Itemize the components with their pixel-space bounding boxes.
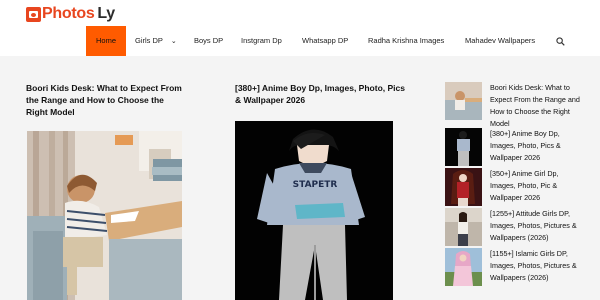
nav-girls-dp-label: Girls DP (135, 36, 163, 45)
sidebar-title: Boori Kids Desk: What to Expect From the… (490, 83, 580, 128)
nav-whatsapp-dp[interactable]: Whatsapp DP (302, 26, 348, 56)
nav-mahadev-wallpapers[interactable]: Mahadev Wallpapers (465, 26, 535, 56)
sidebar-thumb-anime-girl (445, 168, 482, 206)
post-title-anime-boy[interactable]: [380+] Anime Boy Dp, Images, Photo, Pics… (235, 82, 410, 106)
sidebar-title: [350+] Anime Girl Dp, Images, Photo, Pic… (490, 169, 559, 202)
nav-boys-dp[interactable]: Boys DP (194, 26, 223, 56)
post-image-anime-boy[interactable]: STAPETR (235, 121, 393, 300)
nav-home[interactable]: Home (86, 26, 126, 56)
sidebar-item-anime-girl[interactable]: [350+] Anime Girl Dp, Images, Photo, Pic… (445, 168, 585, 206)
site-header: Photos Ly (0, 0, 600, 26)
sidebar-title: [1255+] Attitude Girls DP, Images, Photo… (490, 209, 577, 242)
sidebar-item-attitude-girls[interactable]: [1255+] Attitude Girls DP, Images, Photo… (445, 208, 585, 246)
nav-girls-dp[interactable]: Girls DP ⌄ (135, 26, 177, 56)
site-logo[interactable]: Photos Ly (26, 5, 115, 23)
sidebar-thumb-attitude-girls (445, 208, 482, 246)
shirt-print-text: STAPETR (293, 180, 338, 190)
search-icon[interactable] (556, 37, 565, 46)
sidebar-item-anime-boy[interactable]: [380+] Anime Boy Dp, Images, Photo, Pics… (445, 128, 585, 166)
sidebar-title: [380+] Anime Boy Dp, Images, Photo, Pics… (490, 129, 561, 162)
nav-radha-krishna-images[interactable]: Radha Krishna Images (368, 26, 444, 56)
sidebar-thumb-islamic-girls (445, 248, 482, 286)
chevron-down-icon: ⌄ (170, 38, 177, 45)
post-title-kids-desk[interactable]: Boori Kids Desk: What to Expect From the… (26, 82, 186, 118)
logo-text-primary: Photos (42, 5, 95, 22)
sidebar-title: [1155+] Islamic Girls DP, Images, Photos… (490, 249, 577, 282)
sidebar-item-kids-desk[interactable]: Boori Kids Desk: What to Expect From the… (445, 82, 585, 128)
logo-text-secondary: Ly (97, 5, 115, 22)
post-image-kids-desk[interactable] (27, 131, 182, 300)
main-navigation: Home Girls DP ⌄ Boys DP Instgram Dp Whats… (0, 26, 600, 56)
nav-instagram-dp[interactable]: Instgram Dp (241, 26, 282, 56)
sidebar-thumb-anime-boy (445, 128, 482, 166)
camera-icon (26, 6, 41, 22)
sidebar-item-islamic-girls[interactable]: [1155+] Islamic Girls DP, Images, Photos… (445, 248, 585, 286)
sidebar-thumb-kids-desk (445, 82, 482, 120)
